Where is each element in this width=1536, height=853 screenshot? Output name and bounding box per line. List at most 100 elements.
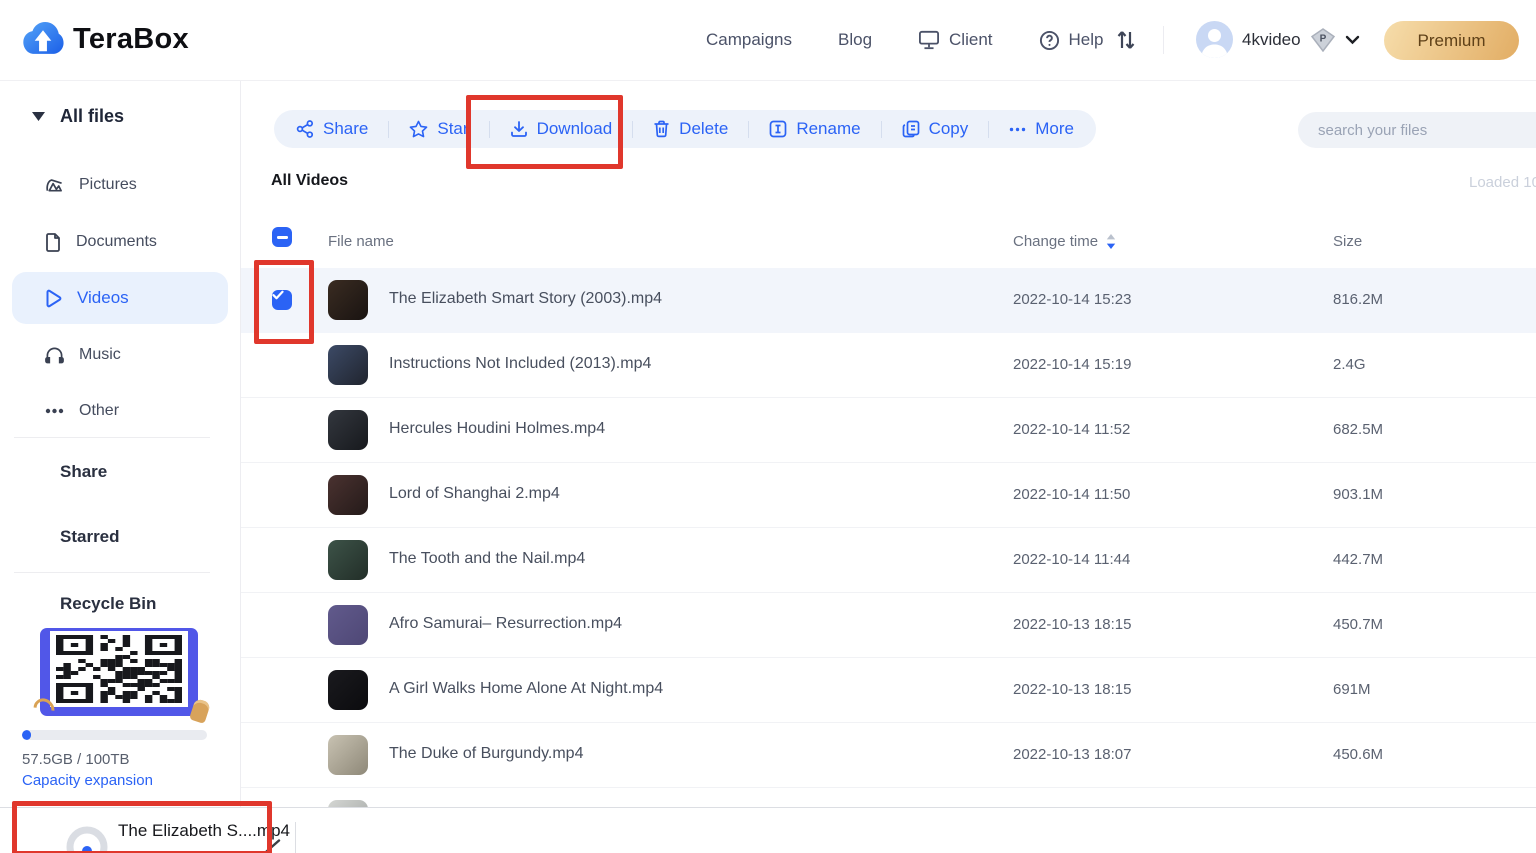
storage-progress-fill bbox=[22, 730, 31, 740]
rename-button[interactable]: Rename bbox=[749, 119, 880, 139]
sort-icon bbox=[1106, 234, 1116, 249]
file-name[interactable]: Lord of Shanghai 2.mp4 bbox=[389, 485, 560, 503]
sidebar-item-videos[interactable]: Videos bbox=[12, 272, 228, 324]
file-name[interactable]: The Tooth and the Nail.mp4 bbox=[389, 550, 585, 568]
nav-campaigns-label: Campaigns bbox=[706, 30, 792, 50]
sidebar-item-music[interactable]: Music bbox=[12, 335, 228, 375]
download-button[interactable]: Download bbox=[490, 119, 633, 139]
avatar bbox=[1196, 21, 1233, 58]
video-thumbnail bbox=[328, 735, 368, 775]
table-row[interactable]: A Girl Walks Home Alone At Night.mp4 202… bbox=[241, 658, 1536, 723]
user-menu[interactable]: 4kvideo P bbox=[1196, 21, 1360, 58]
video-thumbnail bbox=[328, 280, 368, 320]
column-size[interactable]: Size bbox=[1333, 233, 1362, 250]
file-toolbar: Share Star Download bbox=[274, 110, 1096, 148]
file-size: 903.1M bbox=[1333, 486, 1383, 503]
monitor-icon bbox=[918, 30, 940, 50]
storage-progress-bar bbox=[22, 730, 207, 740]
share-button[interactable]: Share bbox=[276, 119, 388, 139]
rename-label: Rename bbox=[796, 119, 860, 139]
file-size: 450.6M bbox=[1333, 746, 1383, 763]
star-button[interactable]: Star bbox=[389, 119, 488, 139]
search-input[interactable] bbox=[1298, 112, 1536, 148]
delete-button[interactable]: Delete bbox=[633, 119, 748, 139]
file-size: 2.4G bbox=[1333, 356, 1366, 373]
download-progress-icon bbox=[64, 824, 110, 853]
transfer-bar[interactable]: The Elizabeth S....mp4 bbox=[0, 807, 1536, 853]
transfer-list-icon[interactable] bbox=[1116, 28, 1136, 52]
videos-icon bbox=[45, 289, 62, 308]
row-checkbox[interactable] bbox=[272, 290, 292, 310]
video-thumbnail bbox=[328, 670, 368, 710]
premium-label: Premium bbox=[1417, 31, 1485, 51]
qr-code-promo[interactable] bbox=[40, 628, 198, 716]
nav-client[interactable]: Client bbox=[918, 30, 992, 50]
change-time: 2022-10-14 11:50 bbox=[1013, 486, 1130, 503]
download-label: Download bbox=[537, 119, 613, 139]
video-thumbnail bbox=[328, 410, 368, 450]
terabox-logo[interactable]: TeraBox bbox=[22, 21, 189, 57]
file-name[interactable]: The Elizabeth Smart Story (2003).mp4 bbox=[389, 290, 662, 308]
sidebar-item-share[interactable]: Share bbox=[60, 462, 107, 482]
sidebar-item-label: Music bbox=[79, 346, 121, 364]
select-all-checkbox[interactable] bbox=[272, 227, 292, 247]
sidebar-item-label: Documents bbox=[76, 233, 157, 251]
sidebar-item-pictures[interactable]: Pictures bbox=[12, 165, 228, 205]
storage-usage: 57.5GB / 100TB bbox=[22, 751, 130, 768]
video-thumbnail bbox=[328, 345, 368, 385]
capacity-expansion-link[interactable]: Capacity expansion bbox=[22, 772, 153, 789]
file-list: The Elizabeth Smart Story (2003).mp4 202… bbox=[241, 268, 1536, 853]
video-thumbnail bbox=[328, 475, 368, 515]
documents-icon bbox=[45, 233, 61, 252]
nav-campaigns[interactable]: Campaigns bbox=[706, 30, 792, 50]
table-row[interactable]: Hercules Houdini Holmes.mp4 2022-10-14 1… bbox=[241, 398, 1536, 463]
expand-transfers-icon[interactable] bbox=[264, 838, 282, 853]
file-size: 450.7M bbox=[1333, 616, 1383, 633]
table-row[interactable]: The Tooth and the Nail.mp4 2022-10-14 11… bbox=[241, 528, 1536, 593]
brand-name: TeraBox bbox=[73, 23, 189, 56]
change-time: 2022-10-13 18:15 bbox=[1013, 616, 1131, 633]
sidebar-item-label: Pictures bbox=[79, 176, 137, 194]
cloud-logo-icon bbox=[22, 21, 64, 57]
top-navigation: Campaigns Blog Client Help bbox=[706, 0, 1103, 80]
video-thumbnail bbox=[328, 605, 368, 645]
change-time: 2022-10-14 15:23 bbox=[1013, 291, 1131, 308]
nav-client-label: Client bbox=[949, 30, 992, 50]
sidebar-item-recycle-bin[interactable]: Recycle Bin bbox=[60, 594, 156, 614]
sidebar-item-starred[interactable]: Starred bbox=[60, 527, 120, 547]
more-button[interactable]: More bbox=[989, 119, 1094, 139]
sidebar-divider bbox=[14, 437, 210, 438]
copy-button[interactable]: Copy bbox=[882, 119, 989, 139]
file-name[interactable]: Afro Samurai– Resurrection.mp4 bbox=[389, 615, 622, 633]
qr-code bbox=[56, 635, 182, 703]
table-row[interactable]: Afro Samurai– Resurrection.mp4 2022-10-1… bbox=[241, 593, 1536, 658]
table-row[interactable]: The Elizabeth Smart Story (2003).mp4 202… bbox=[241, 268, 1536, 333]
transfer-bar-divider bbox=[295, 822, 296, 853]
sidebar-item-documents[interactable]: Documents bbox=[12, 222, 228, 262]
sidebar-item-other[interactable]: Other bbox=[12, 391, 228, 431]
table-row[interactable]: Instructions Not Included (2013).mp4 202… bbox=[241, 333, 1536, 398]
sidebar: All files Pictures Documents bbox=[0, 80, 241, 808]
other-icon bbox=[45, 408, 64, 414]
nav-blog[interactable]: Blog bbox=[838, 30, 872, 50]
table-row[interactable]: The Duke of Burgundy.mp4 2022-10-13 18:0… bbox=[241, 723, 1536, 788]
premium-button[interactable]: Premium bbox=[1384, 21, 1519, 60]
main-content: Share Star Download bbox=[241, 80, 1536, 853]
svg-text:P: P bbox=[1319, 33, 1326, 44]
share-icon bbox=[296, 120, 314, 138]
nav-help[interactable]: Help bbox=[1039, 30, 1104, 51]
file-name[interactable]: Instructions Not Included (2013).mp4 bbox=[389, 355, 651, 373]
file-name[interactable]: Hercules Houdini Holmes.mp4 bbox=[389, 420, 605, 438]
share-label: Share bbox=[323, 119, 368, 139]
file-name[interactable]: The Duke of Burgundy.mp4 bbox=[389, 745, 583, 763]
loaded-status: Loaded 10 bbox=[1469, 174, 1536, 191]
file-size: 682.5M bbox=[1333, 421, 1383, 438]
rename-icon bbox=[769, 120, 787, 138]
table-row[interactable]: Lord of Shanghai 2.mp4 2022-10-14 11:50 … bbox=[241, 463, 1536, 528]
file-size: 442.7M bbox=[1333, 551, 1383, 568]
column-change-time[interactable]: Change time bbox=[1013, 233, 1116, 250]
file-name[interactable]: A Girl Walks Home Alone At Night.mp4 bbox=[389, 680, 663, 698]
sidebar-all-files[interactable]: All files bbox=[32, 106, 124, 127]
column-file-name[interactable]: File name bbox=[328, 233, 394, 250]
header-divider bbox=[1163, 26, 1164, 54]
